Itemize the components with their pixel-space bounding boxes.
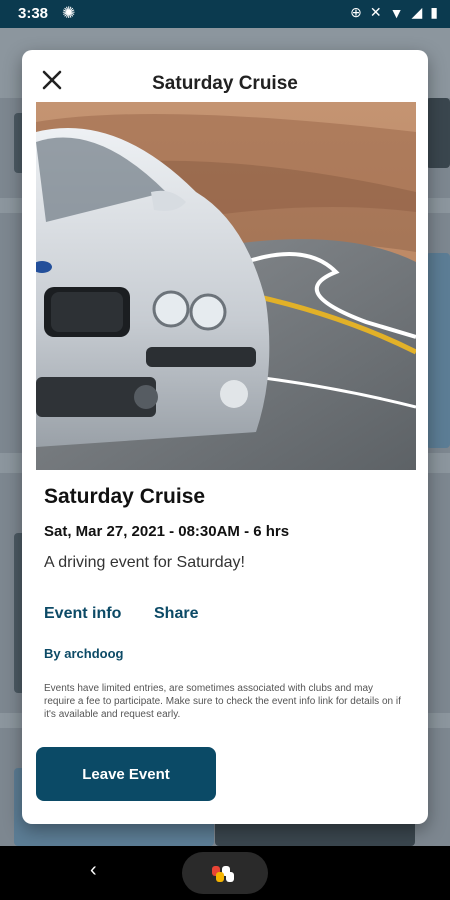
back-icon[interactable]: ‹ bbox=[90, 859, 97, 882]
share-link[interactable]: Share bbox=[154, 605, 198, 623]
event-author: By archdoog bbox=[44, 646, 124, 661]
background-tile bbox=[426, 98, 450, 168]
event-date: Sat, Mar 27, 2021 - 08:30AM - 6 hrs bbox=[44, 523, 290, 540]
system-nav-bar: ‹ bbox=[0, 846, 450, 900]
modal-title: Saturday Cruise bbox=[152, 73, 298, 94]
wifi-icon: ▼ bbox=[389, 4, 404, 21]
event-disclaimer: Events have limited entries, are sometim… bbox=[44, 683, 401, 720]
home-icon[interactable] bbox=[182, 852, 268, 894]
event-modal: Saturday Cruise Saturday Cruise Sat, Mar… bbox=[22, 50, 428, 824]
muted-bell-icon: ✕ bbox=[369, 4, 382, 20]
event-title: Saturday Cruise bbox=[44, 485, 206, 508]
battery-icon: ▮ bbox=[430, 4, 438, 20]
status-bar: 3:38 ✺ ⊕ ✕ ▼ ◢ ▮ bbox=[0, 0, 450, 28]
status-time: 3:38 bbox=[18, 5, 49, 22]
status-icons: ⊕ ✕ ▼ ◢ ▮ bbox=[350, 4, 438, 21]
gear-icon: ✺ bbox=[62, 5, 76, 22]
circle-plus-icon: ⊕ bbox=[350, 4, 362, 20]
background-tile bbox=[426, 253, 450, 448]
event-description: A driving event for Saturday! bbox=[44, 554, 245, 571]
modal-header: Saturday Cruise bbox=[22, 50, 428, 102]
event-info-link[interactable]: Event info bbox=[44, 605, 121, 623]
event-image bbox=[36, 102, 416, 470]
signal-icon: ◢ bbox=[411, 4, 423, 20]
leave-event-button[interactable]: Leave Event bbox=[36, 747, 216, 801]
